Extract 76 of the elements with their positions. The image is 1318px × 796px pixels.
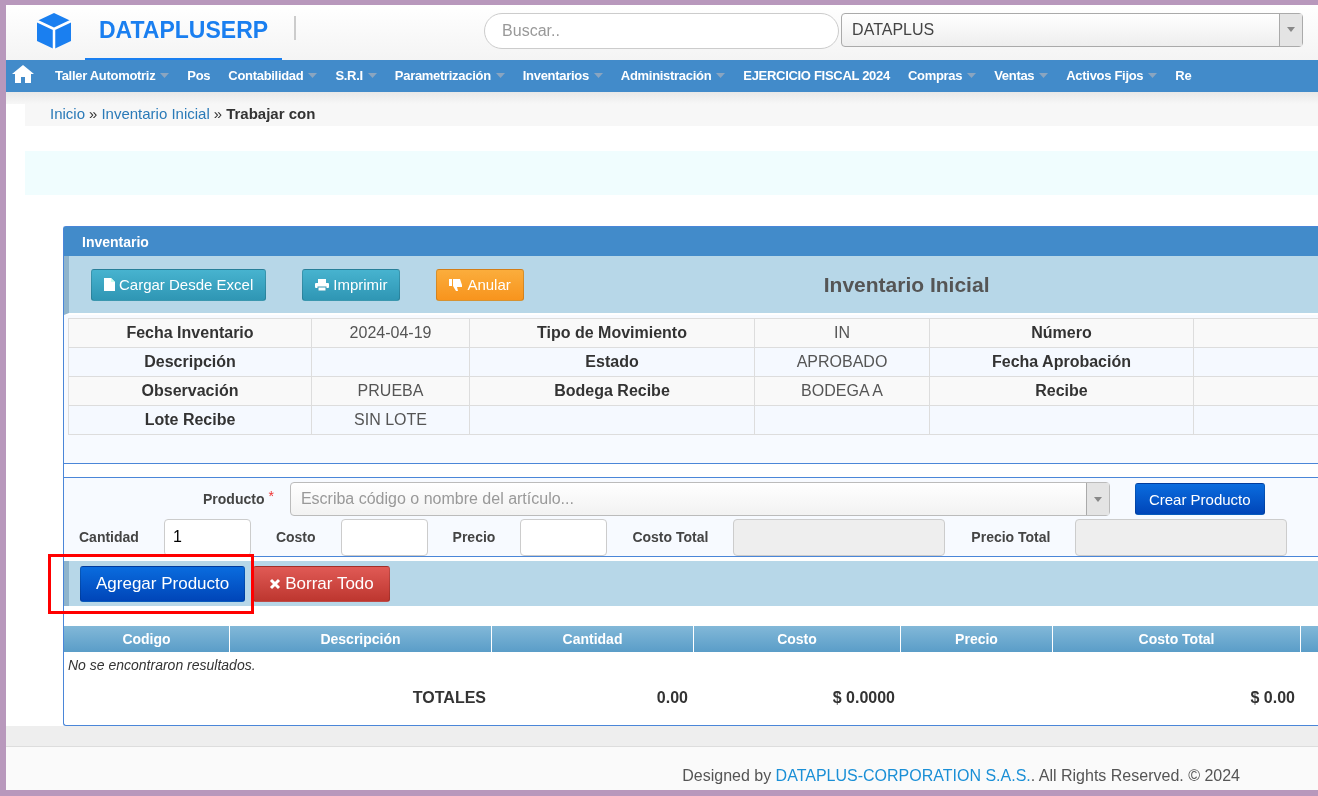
panel-title: Inventario [82,233,149,250]
input-field[interactable] [520,518,608,556]
toolbar-button[interactable]: Imprimir [302,268,401,301]
menu-item[interactable]: Ventas [985,60,1058,92]
column-header[interactable] [1301,626,1318,652]
menu-item[interactable]: Compras [898,60,986,92]
page-heading: Inventario Inicial [823,272,990,297]
thumbs-down-icon [449,278,464,291]
document-icon [104,278,115,291]
breadcrumb-separator: » [213,105,223,124]
toolbar-button[interactable]: Anular [436,268,524,301]
field-label: Bodega Recibe [470,377,755,406]
search-field[interactable]: Buscar.. [484,12,840,49]
menu-item[interactable]: Re [1166,60,1201,92]
printer-icon [315,278,330,291]
empty-message: No se encontraron resultados. [67,656,257,675]
field-label: Precio [452,529,496,545]
field-label: Observación [69,377,312,406]
cube-logo-icon [35,11,73,50]
create-product-button[interactable]: Crear Producto [1134,483,1265,515]
company-select[interactable]: DATAPLUS [841,12,1304,47]
menu-item[interactable]: Taller Automotriz [46,60,179,92]
field-value: SIN LOTE [312,406,470,435]
input-field[interactable]: 1 [163,518,251,556]
field-label: Cantidad [79,529,139,545]
action-button[interactable]: Agregar Producto [80,565,246,602]
product-select[interactable]: Escriba código o nombre del artículo... [289,482,1110,516]
home-icon [12,65,34,83]
total-value: $ 0.0000 [831,688,896,708]
column-header[interactable]: Costo [694,626,901,652]
field-label: Estado [470,348,755,377]
column-header[interactable]: Costo Total [1053,626,1301,652]
column-header[interactable]: Descripción [230,626,492,652]
menu-item[interactable]: S.R.I [326,60,386,92]
toolbar-button[interactable]: Cargar Desde Excel [91,268,267,301]
menu-item[interactable]: Inventarios [513,60,612,92]
caret-icon [1093,496,1102,502]
column-header[interactable]: Precio [901,626,1053,652]
crumb-link[interactable]: Inicio [50,105,86,125]
caret-icon [1287,27,1296,32]
field-value: 2024-04-19 [312,319,470,348]
field-label: Fecha Inventario [69,319,312,348]
field-label: Descripción [69,348,312,377]
field-value: IN [755,319,930,348]
field-label: Costo [275,529,316,545]
close-icon [269,577,282,590]
field-value: PRUEBA [312,377,470,406]
required-mark: * [268,488,274,504]
crumb-link[interactable]: Inventario Inicial [101,105,210,125]
company-link[interactable]: DATAPLUS-CORPORATION S.A.S. [775,767,1031,784]
field-value: BODEGA A [755,377,930,406]
field-label: Recibe [930,377,1194,406]
menu-item[interactable]: Activos Fijos [1057,60,1167,92]
total-value: 0.00 [655,688,689,708]
total-value: $ 0.00 [1249,688,1296,708]
menu-item[interactable]: EJERCICIO FISCAL 2024 [734,60,899,92]
totals-label: TOTALES [411,688,487,708]
field-label: Precio Total [971,529,1051,545]
field-label: Número [930,319,1194,348]
column-header[interactable]: Codigo [64,626,230,652]
action-button[interactable]: Borrar Todo [253,565,390,602]
breadcrumb-current: Trabajar con [226,105,316,124]
field-label: Fecha Aprobación [930,348,1194,377]
breadcrumb-separator: » [89,105,98,124]
menu-item[interactable]: Administración [611,60,735,92]
field-label: Costo Total [632,529,709,545]
menu-item[interactable]: Parametrización [385,60,514,92]
footer-text: Designed by DATAPLUS-CORPORATION S.A.S.. All Rights Reserved. © 2024 [682,767,1240,785]
field-label: Producto [203,491,265,507]
menu-item[interactable]: Pos [178,60,220,92]
column-header[interactable]: Cantidad [492,626,694,652]
input-field[interactable] [340,518,428,556]
field-label: Lote Recibe [69,406,312,435]
field-label: Tipo de Movimiento [470,319,755,348]
field-value: APROBADO [755,348,930,377]
menu-item[interactable]: Contabilidad [219,60,327,92]
